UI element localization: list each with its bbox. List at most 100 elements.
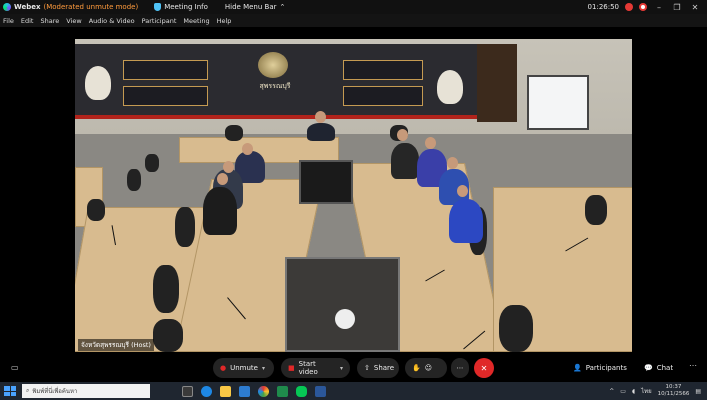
meeting-mode: (Moderated unmute mode) — [43, 3, 139, 11]
chair — [127, 169, 141, 191]
start-video-button[interactable]: ■ Start video ▾ — [281, 358, 350, 378]
search-icon: ⌕ — [26, 387, 30, 394]
person-head — [397, 129, 408, 141]
record-icon[interactable] — [625, 3, 633, 11]
microphone-muted-icon: ● — [220, 364, 227, 372]
chair — [145, 154, 159, 172]
chair — [175, 207, 195, 247]
taskbar-date: 10/11/2566 — [657, 391, 690, 397]
menu-participant[interactable]: Participant — [142, 17, 177, 25]
more-options-button[interactable]: ⋯ — [451, 358, 469, 378]
person-head — [242, 143, 253, 155]
stop-record-icon[interactable] — [639, 3, 647, 11]
reactions-group[interactable]: ✋ ☺ — [405, 358, 447, 378]
participants-icon: 👤 — [573, 364, 582, 372]
wall-banner: สุพรรณบุรี — [75, 44, 477, 119]
raise-hand-icon[interactable]: ✋ — [412, 364, 421, 372]
menu-meeting[interactable]: Meeting — [183, 17, 209, 25]
app-name: Webex — [14, 3, 41, 11]
network-icon[interactable]: ▭ — [620, 388, 626, 395]
emoji-reaction-icon[interactable]: ☺ — [425, 364, 432, 372]
excel-icon[interactable] — [277, 385, 288, 397]
share-label: Share — [373, 364, 395, 372]
share-button[interactable]: ⇧ Share — [357, 358, 399, 378]
participants-button[interactable]: 👤 Participants — [566, 358, 634, 378]
menu-help[interactable]: Help — [217, 17, 232, 25]
meeting-info-label: Meeting Info — [164, 3, 208, 11]
input-language[interactable]: ไทย — [641, 386, 652, 396]
person-head — [315, 111, 326, 123]
attendee — [449, 199, 483, 243]
menu-view[interactable]: View — [66, 17, 81, 25]
menu-audio-video[interactable]: Audio & Video — [89, 17, 135, 25]
more-icon: ⋯ — [456, 364, 464, 372]
unmute-label: Unmute — [230, 364, 258, 372]
menu-file[interactable]: File — [3, 17, 14, 25]
chat-button[interactable]: 💬 Chat — [637, 358, 681, 378]
volume-icon[interactable]: ◖ — [632, 388, 635, 395]
taskbar-clock[interactable]: 10:37 10/11/2566 — [658, 384, 690, 398]
hide-menu-bar-button[interactable]: Hide Menu Bar ⌃ — [225, 3, 285, 11]
chrome-browser-icon[interactable] — [258, 385, 269, 397]
chevron-down-icon: ▾ — [261, 364, 265, 372]
chair — [87, 199, 105, 221]
chair — [153, 319, 183, 352]
chair — [499, 305, 533, 352]
captions-icon[interactable]: ▭ — [11, 363, 19, 372]
notification-icon[interactable]: ▤ — [695, 388, 701, 395]
person-head — [223, 161, 234, 173]
windows-taskbar: ⌕ พิมพ์ที่นี่เพื่อค้นหา ^ ▭ ◖ ไทย 10:37 … — [0, 382, 707, 400]
attendee — [203, 187, 237, 235]
mail-icon[interactable] — [239, 385, 250, 397]
close-window-button[interactable]: ✕ — [689, 3, 701, 12]
windows-start-icon[interactable] — [4, 386, 16, 396]
chevron-up-icon[interactable]: ^ — [609, 388, 614, 395]
file-explorer-icon[interactable] — [220, 385, 231, 397]
share-icon: ⇧ — [364, 364, 370, 372]
meeting-info-button[interactable]: Meeting Info — [154, 3, 208, 11]
meeting-control-bar: ▭ ● Unmute ▾ ■ Start video ▾ ⇧ Share ✋ ☺… — [0, 358, 707, 382]
chat-label: Chat — [656, 364, 674, 372]
person-head — [447, 157, 458, 169]
banner-title: สุพรรณบุรี — [259, 82, 291, 90]
more-icon[interactable]: ⋯ — [689, 361, 697, 370]
chair — [225, 125, 243, 141]
search-placeholder: พิมพ์ที่นี่เพื่อค้นหา — [32, 388, 78, 395]
participants-label: Participants — [585, 364, 627, 372]
wall-screen — [527, 75, 589, 130]
minimize-button[interactable]: – — [653, 3, 665, 12]
menu-share[interactable]: Share — [40, 17, 59, 25]
webex-taskbar-icon[interactable] — [315, 385, 326, 397]
chat-icon: 💬 — [644, 364, 653, 372]
edge-browser-icon[interactable] — [201, 385, 212, 397]
taskbar-search-box[interactable]: ⌕ พิมพ์ที่นี่เพื่อค้นหา — [22, 384, 150, 398]
shield-icon — [154, 3, 162, 11]
system-tray: ^ ▭ ◖ ไทย 10:37 10/11/2566 ▤ — [609, 384, 707, 398]
restore-button[interactable]: ❐ — [671, 3, 683, 12]
taskbar-time: 10:37 — [665, 384, 682, 390]
video-off-icon: ■ — [288, 364, 295, 372]
task-view-icon[interactable] — [182, 385, 193, 397]
projector-device — [285, 257, 400, 352]
wall-panel — [477, 44, 517, 122]
menu-edit[interactable]: Edit — [21, 17, 34, 25]
person-head — [457, 185, 468, 197]
person-head — [217, 173, 228, 185]
webex-logo-icon — [3, 3, 11, 11]
leave-meeting-button[interactable]: ✕ — [474, 358, 494, 378]
start-video-label: Start video — [298, 360, 318, 376]
projector-lens — [335, 309, 355, 329]
unmute-button[interactable]: ● Unmute ▾ — [213, 358, 274, 378]
host-video-feed[interactable]: สุพรรณบุรี จังหวัดสุพรรณบุรี (Host) — [75, 39, 632, 352]
app-title: Webex (Moderated unmute mode) — [0, 3, 138, 11]
chevron-down-icon: ▾ — [339, 364, 343, 372]
person-head — [425, 137, 436, 149]
banner-box — [343, 60, 423, 80]
line-app-icon[interactable] — [296, 385, 307, 397]
chair — [585, 195, 607, 225]
chevron-up-icon: ⌃ — [279, 3, 286, 11]
host-name-label: จังหวัดสุพรรณบุรี (Host) — [78, 339, 154, 351]
mascot-right-image — [437, 70, 463, 104]
banner-box — [123, 60, 208, 80]
banner-box — [343, 86, 423, 106]
